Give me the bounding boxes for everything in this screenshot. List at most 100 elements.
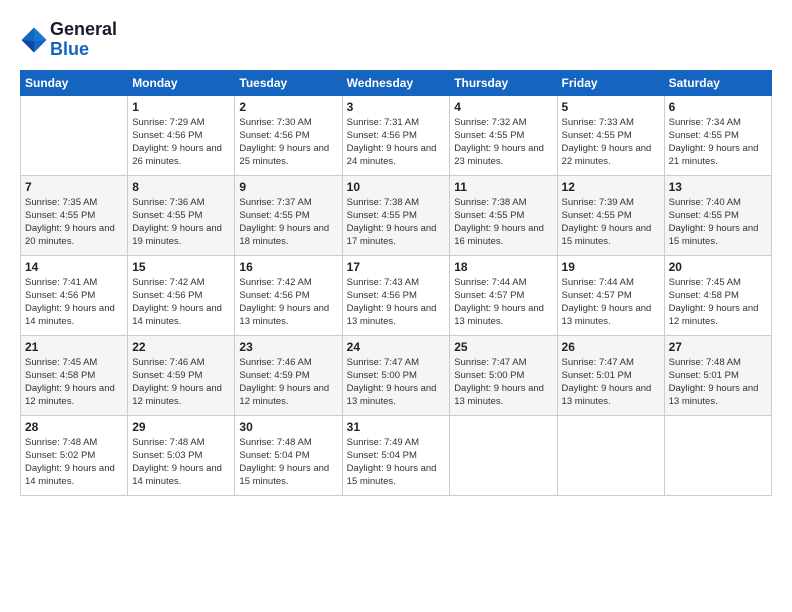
sunset-text: Sunset: 5:00 PM	[454, 370, 524, 381]
sunset-text: Sunset: 4:56 PM	[239, 130, 309, 141]
calendar-day-cell: 5 Sunrise: 7:33 AM Sunset: 4:55 PM Dayli…	[557, 95, 664, 175]
calendar-day-cell: 3 Sunrise: 7:31 AM Sunset: 4:56 PM Dayli…	[342, 95, 450, 175]
daylight-text: Daylight: 9 hours and 14 minutes.	[132, 303, 222, 327]
calendar-table: SundayMondayTuesdayWednesdayThursdayFrid…	[20, 70, 772, 496]
calendar-week-row: 7 Sunrise: 7:35 AM Sunset: 4:55 PM Dayli…	[21, 175, 772, 255]
day-info: Sunrise: 7:41 AM Sunset: 4:56 PM Dayligh…	[25, 276, 123, 329]
calendar-day-cell: 15 Sunrise: 7:42 AM Sunset: 4:56 PM Dayl…	[128, 255, 235, 335]
sunrise-text: Sunrise: 7:34 AM	[669, 117, 741, 128]
day-number: 26	[562, 340, 660, 354]
day-info: Sunrise: 7:38 AM Sunset: 4:55 PM Dayligh…	[347, 196, 446, 249]
day-number: 17	[347, 260, 446, 274]
calendar-day-cell: 19 Sunrise: 7:44 AM Sunset: 4:57 PM Dayl…	[557, 255, 664, 335]
sunrise-text: Sunrise: 7:45 AM	[25, 357, 97, 368]
page: General Blue SundayMondayTuesdayWednesda…	[0, 0, 792, 612]
daylight-text: Daylight: 9 hours and 22 minutes.	[562, 143, 652, 167]
day-info: Sunrise: 7:45 AM Sunset: 4:58 PM Dayligh…	[25, 356, 123, 409]
day-info: Sunrise: 7:48 AM Sunset: 5:01 PM Dayligh…	[669, 356, 767, 409]
sunrise-text: Sunrise: 7:31 AM	[347, 117, 419, 128]
sunrise-text: Sunrise: 7:37 AM	[239, 197, 311, 208]
sunset-text: Sunset: 4:57 PM	[454, 290, 524, 301]
day-number: 7	[25, 180, 123, 194]
sunrise-text: Sunrise: 7:47 AM	[562, 357, 634, 368]
calendar-week-row: 21 Sunrise: 7:45 AM Sunset: 4:58 PM Dayl…	[21, 335, 772, 415]
calendar-day-cell: 16 Sunrise: 7:42 AM Sunset: 4:56 PM Dayl…	[235, 255, 342, 335]
day-info: Sunrise: 7:29 AM Sunset: 4:56 PM Dayligh…	[132, 116, 230, 169]
calendar-day-cell	[21, 95, 128, 175]
day-number: 31	[347, 420, 446, 434]
sunrise-text: Sunrise: 7:40 AM	[669, 197, 741, 208]
daylight-text: Daylight: 9 hours and 13 minutes.	[669, 383, 759, 407]
day-info: Sunrise: 7:48 AM Sunset: 5:02 PM Dayligh…	[25, 436, 123, 489]
sunrise-text: Sunrise: 7:29 AM	[132, 117, 204, 128]
daylight-text: Daylight: 9 hours and 12 minutes.	[239, 383, 329, 407]
daylight-text: Daylight: 9 hours and 15 minutes.	[669, 223, 759, 247]
sunrise-text: Sunrise: 7:46 AM	[132, 357, 204, 368]
calendar-day-cell	[450, 415, 557, 495]
day-info: Sunrise: 7:47 AM Sunset: 5:00 PM Dayligh…	[347, 356, 446, 409]
day-number: 18	[454, 260, 552, 274]
day-info: Sunrise: 7:37 AM Sunset: 4:55 PM Dayligh…	[239, 196, 337, 249]
calendar-day-cell: 14 Sunrise: 7:41 AM Sunset: 4:56 PM Dayl…	[21, 255, 128, 335]
daylight-text: Daylight: 9 hours and 14 minutes.	[25, 463, 115, 487]
sunrise-text: Sunrise: 7:44 AM	[562, 277, 634, 288]
day-number: 10	[347, 180, 446, 194]
calendar-day-cell: 31 Sunrise: 7:49 AM Sunset: 5:04 PM Dayl…	[342, 415, 450, 495]
sunrise-text: Sunrise: 7:48 AM	[25, 437, 97, 448]
calendar-day-cell: 9 Sunrise: 7:37 AM Sunset: 4:55 PM Dayli…	[235, 175, 342, 255]
logo-text: General Blue	[50, 20, 117, 60]
day-info: Sunrise: 7:45 AM Sunset: 4:58 PM Dayligh…	[669, 276, 767, 329]
day-number: 28	[25, 420, 123, 434]
day-info: Sunrise: 7:35 AM Sunset: 4:55 PM Dayligh…	[25, 196, 123, 249]
calendar-day-cell	[557, 415, 664, 495]
day-number: 19	[562, 260, 660, 274]
sunrise-text: Sunrise: 7:32 AM	[454, 117, 526, 128]
day-number: 8	[132, 180, 230, 194]
daylight-text: Daylight: 9 hours and 15 minutes.	[562, 223, 652, 247]
calendar-day-cell: 25 Sunrise: 7:47 AM Sunset: 5:00 PM Dayl…	[450, 335, 557, 415]
day-info: Sunrise: 7:39 AM Sunset: 4:55 PM Dayligh…	[562, 196, 660, 249]
sunset-text: Sunset: 4:55 PM	[132, 210, 202, 221]
sunrise-text: Sunrise: 7:43 AM	[347, 277, 419, 288]
logo-icon	[20, 26, 48, 54]
day-number: 21	[25, 340, 123, 354]
sunset-text: Sunset: 5:04 PM	[347, 450, 417, 461]
weekday-header-row: SundayMondayTuesdayWednesdayThursdayFrid…	[21, 70, 772, 95]
day-number: 1	[132, 100, 230, 114]
calendar-day-cell: 24 Sunrise: 7:47 AM Sunset: 5:00 PM Dayl…	[342, 335, 450, 415]
calendar-day-cell: 6 Sunrise: 7:34 AM Sunset: 4:55 PM Dayli…	[664, 95, 771, 175]
day-number: 11	[454, 180, 552, 194]
calendar-day-cell: 11 Sunrise: 7:38 AM Sunset: 4:55 PM Dayl…	[450, 175, 557, 255]
sunset-text: Sunset: 4:56 PM	[132, 290, 202, 301]
sunrise-text: Sunrise: 7:36 AM	[132, 197, 204, 208]
day-info: Sunrise: 7:38 AM Sunset: 4:55 PM Dayligh…	[454, 196, 552, 249]
day-info: Sunrise: 7:47 AM Sunset: 5:01 PM Dayligh…	[562, 356, 660, 409]
sunset-text: Sunset: 4:55 PM	[454, 130, 524, 141]
day-number: 25	[454, 340, 552, 354]
day-number: 24	[347, 340, 446, 354]
daylight-text: Daylight: 9 hours and 23 minutes.	[454, 143, 544, 167]
daylight-text: Daylight: 9 hours and 13 minutes.	[562, 303, 652, 327]
daylight-text: Daylight: 9 hours and 14 minutes.	[132, 463, 222, 487]
sunrise-text: Sunrise: 7:41 AM	[25, 277, 97, 288]
daylight-text: Daylight: 9 hours and 12 minutes.	[132, 383, 222, 407]
calendar-day-cell: 1 Sunrise: 7:29 AM Sunset: 4:56 PM Dayli…	[128, 95, 235, 175]
day-info: Sunrise: 7:30 AM Sunset: 4:56 PM Dayligh…	[239, 116, 337, 169]
sunset-text: Sunset: 4:56 PM	[132, 130, 202, 141]
daylight-text: Daylight: 9 hours and 21 minutes.	[669, 143, 759, 167]
sunrise-text: Sunrise: 7:48 AM	[132, 437, 204, 448]
daylight-text: Daylight: 9 hours and 15 minutes.	[347, 463, 437, 487]
calendar-week-row: 14 Sunrise: 7:41 AM Sunset: 4:56 PM Dayl…	[21, 255, 772, 335]
calendar-day-cell: 18 Sunrise: 7:44 AM Sunset: 4:57 PM Dayl…	[450, 255, 557, 335]
sunrise-text: Sunrise: 7:30 AM	[239, 117, 311, 128]
day-number: 20	[669, 260, 767, 274]
sunset-text: Sunset: 5:00 PM	[347, 370, 417, 381]
sunrise-text: Sunrise: 7:47 AM	[347, 357, 419, 368]
daylight-text: Daylight: 9 hours and 13 minutes.	[347, 303, 437, 327]
day-number: 27	[669, 340, 767, 354]
calendar-day-cell: 26 Sunrise: 7:47 AM Sunset: 5:01 PM Dayl…	[557, 335, 664, 415]
daylight-text: Daylight: 9 hours and 13 minutes.	[347, 383, 437, 407]
sunset-text: Sunset: 4:59 PM	[132, 370, 202, 381]
sunset-text: Sunset: 5:04 PM	[239, 450, 309, 461]
calendar-day-cell: 7 Sunrise: 7:35 AM Sunset: 4:55 PM Dayli…	[21, 175, 128, 255]
